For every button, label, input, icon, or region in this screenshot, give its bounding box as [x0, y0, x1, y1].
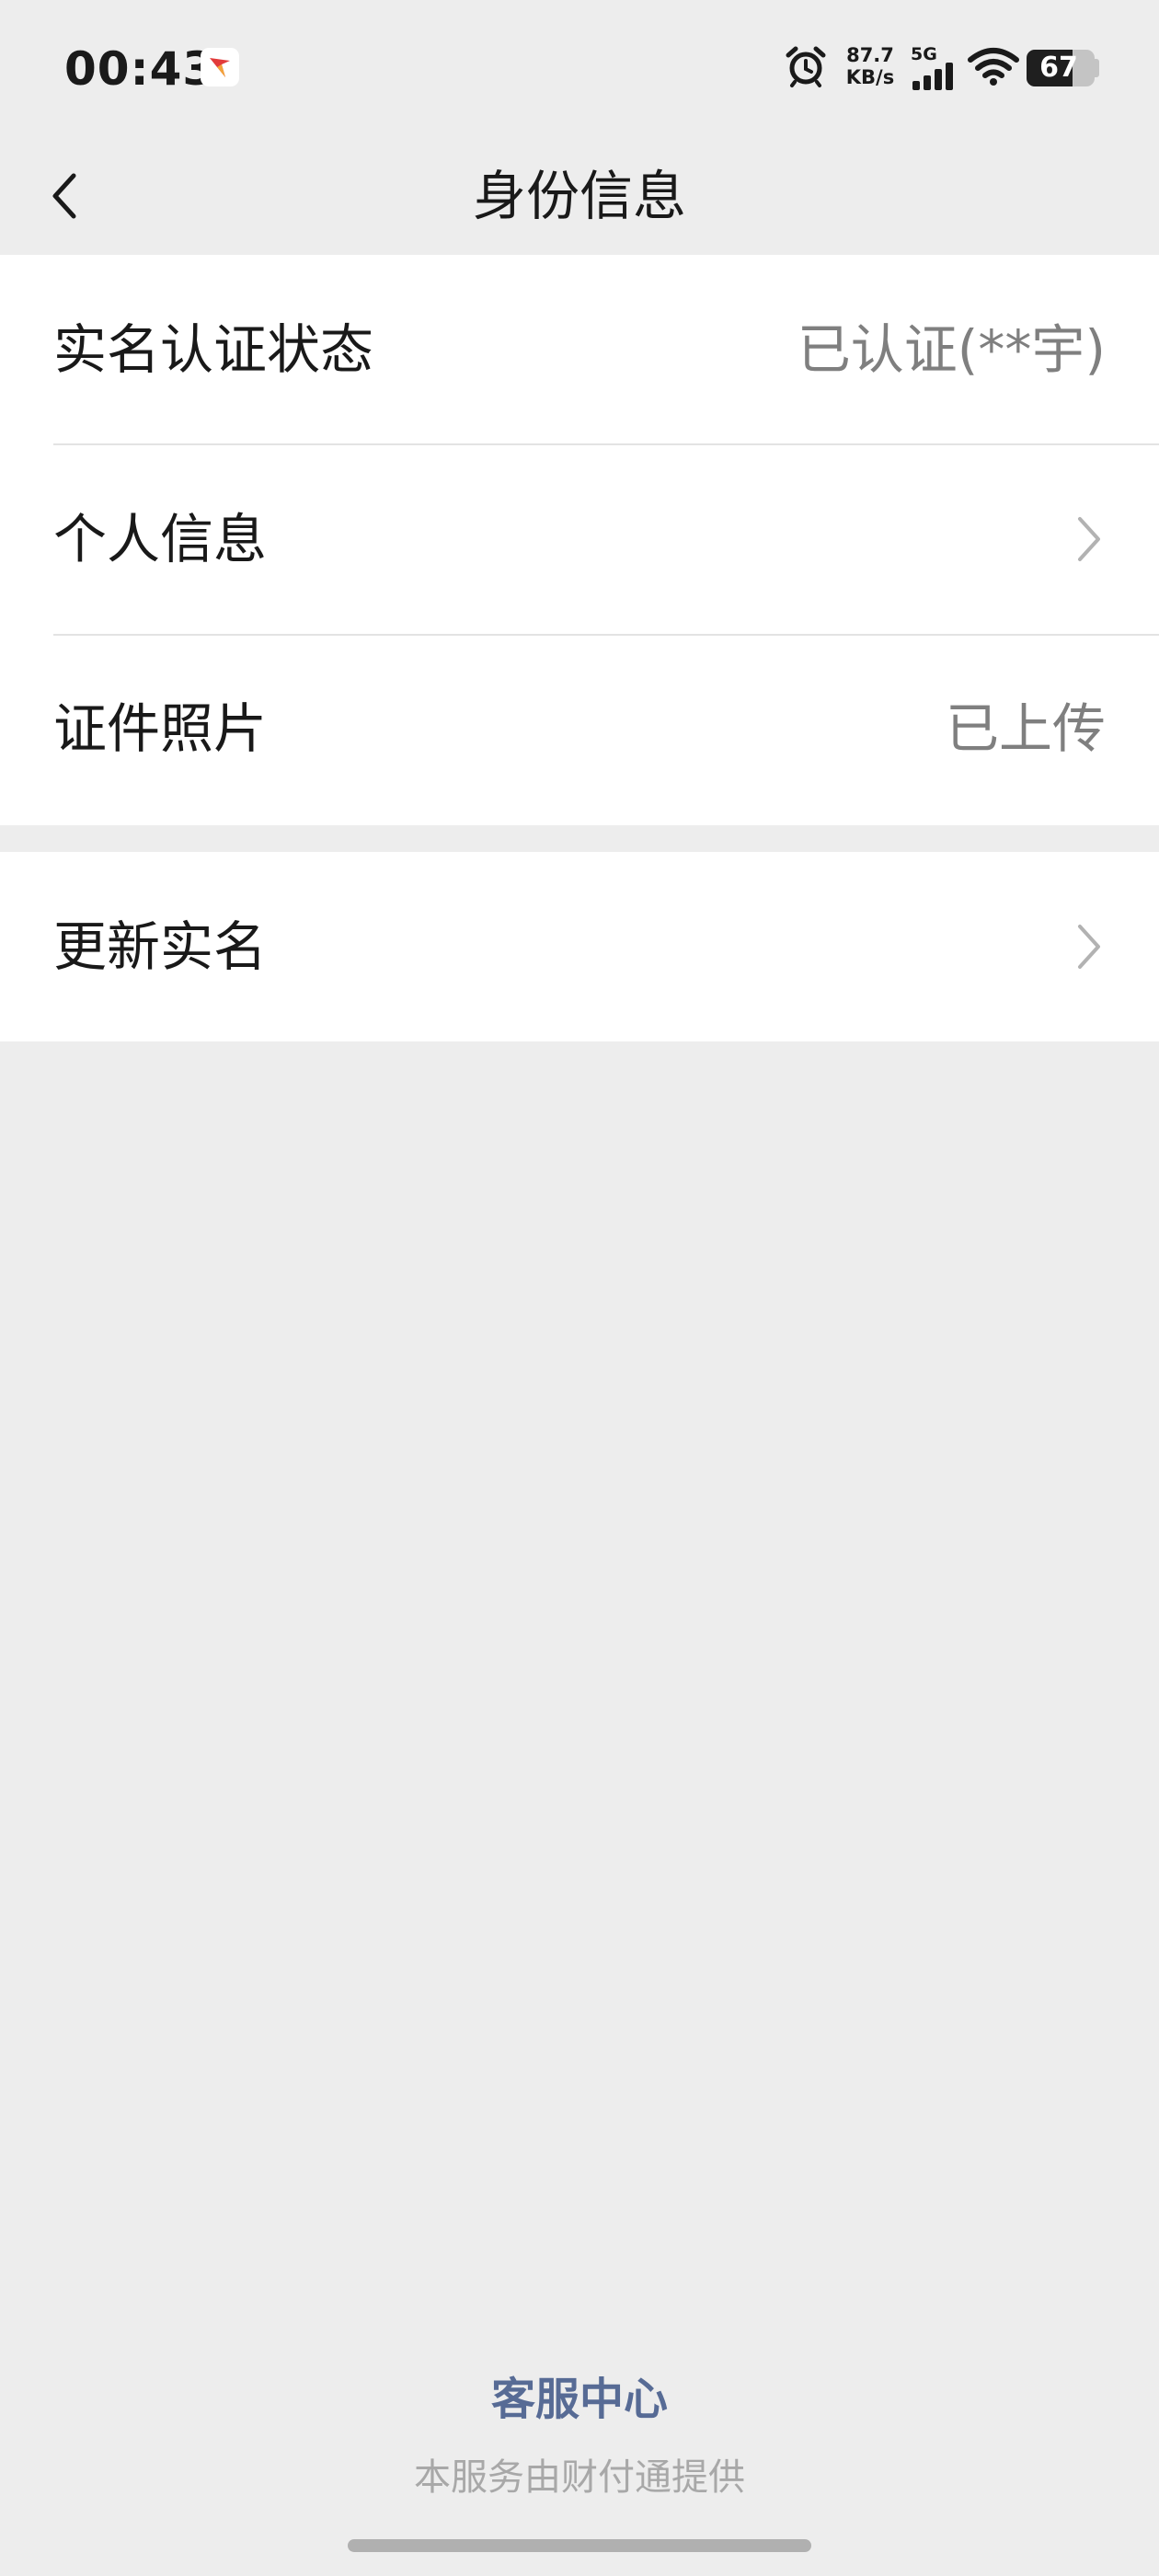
battery-level: 67	[1039, 52, 1078, 84]
list-item-update-real-name[interactable]: 更新实名	[0, 852, 1159, 1041]
wifi-icon	[968, 46, 1019, 90]
battery-tip	[1095, 59, 1099, 77]
battery-icon: 67	[1027, 50, 1095, 86]
list-item-label: 更新实名	[53, 915, 268, 978]
app-notification-icon	[201, 48, 239, 86]
list-item-personal-info[interactable]: 个人信息	[0, 444, 1159, 634]
list-item-value: 已认证(**宇)	[797, 318, 1106, 381]
back-button[interactable]	[28, 152, 116, 240]
list-item-label: 个人信息	[53, 508, 268, 570]
cellular-signal-icon	[911, 63, 955, 94]
chevron-left-icon	[52, 173, 76, 219]
network-speed-unit: KB/s	[845, 66, 895, 88]
service-provider-note: 本服务由财付通提供	[414, 2456, 745, 2499]
navigation-bar: 身份信息	[0, 138, 1159, 254]
list-item-id-photo[interactable]: 证件照片 已上传	[0, 634, 1159, 823]
list-item-verification-status[interactable]: 实名认证状态 已认证(**宇)	[0, 255, 1159, 444]
customer-service-link[interactable]: 客服中心	[0, 2363, 1159, 2427]
list-item-value: 已上传	[945, 697, 1106, 760]
status-time: 00:43	[64, 42, 216, 96]
divider	[53, 443, 1159, 445]
update-group: 更新实名	[0, 852, 1159, 1041]
home-indicator[interactable]	[348, 2539, 811, 2552]
network-speed: 87.7 KB/s	[842, 44, 899, 88]
alarm-clock-icon	[784, 44, 828, 92]
identity-info-group: 实名认证状态 已认证(**宇) 个人信息 证件照片 已上传	[0, 255, 1159, 825]
network-speed-value: 87.7	[846, 44, 894, 66]
chevron-right-icon	[1076, 515, 1102, 567]
page-title: 身份信息	[472, 165, 686, 227]
chevron-right-icon	[1076, 923, 1102, 974]
list-item-label: 证件照片	[53, 697, 268, 760]
divider	[53, 634, 1159, 636]
status-bar: 00:43 87.7 KB/s 5G 67	[0, 0, 1159, 138]
network-type-label: 5G	[911, 44, 937, 64]
list-item-label: 实名认证状态	[53, 318, 374, 381]
